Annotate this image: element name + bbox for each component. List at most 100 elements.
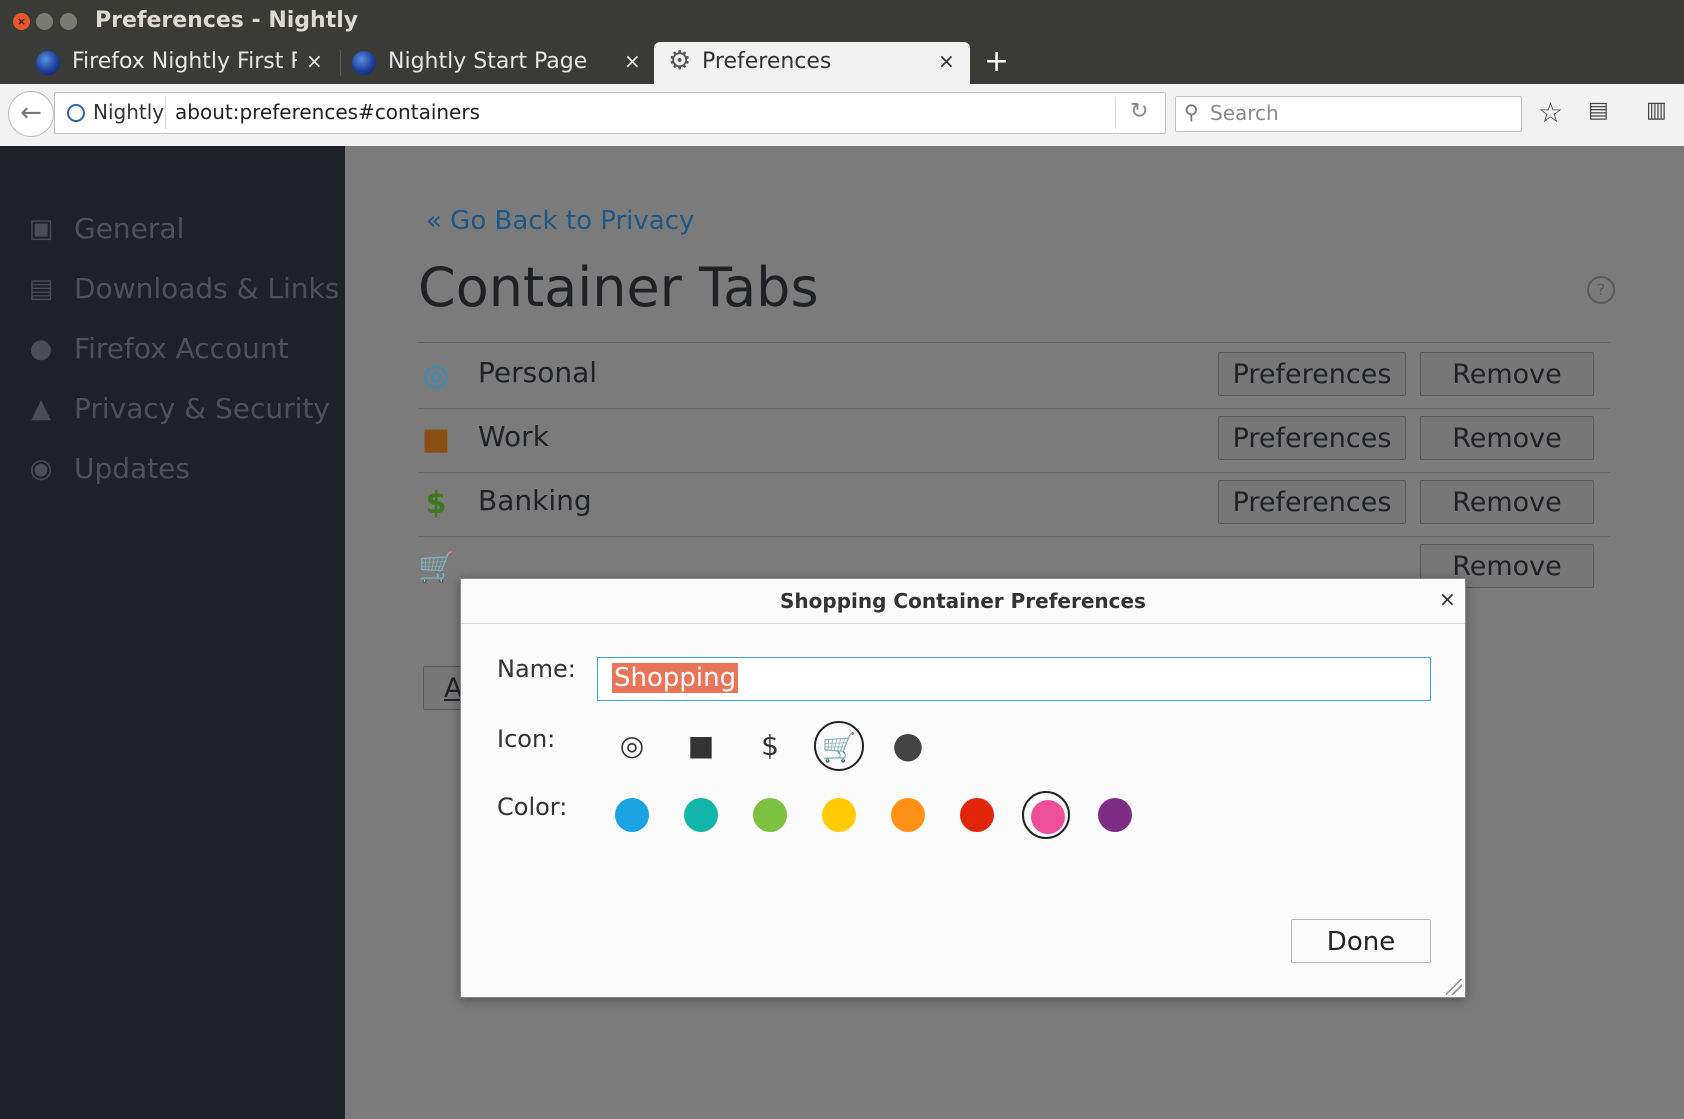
remove-button[interactable]: Remove bbox=[1420, 480, 1594, 524]
remove-button[interactable]: Remove bbox=[1420, 352, 1594, 396]
name-label: Name: bbox=[497, 655, 576, 683]
icon-option-briefcase[interactable]: ■ bbox=[676, 721, 726, 771]
color-dot bbox=[1031, 800, 1065, 834]
container-name: Banking bbox=[478, 484, 592, 517]
color-swatch-red[interactable] bbox=[953, 791, 1001, 839]
search-input[interactable]: ⚲ Search bbox=[1175, 96, 1522, 132]
container-name: Work bbox=[478, 420, 549, 453]
library-icon[interactable]: ▤ bbox=[1588, 98, 1609, 123]
bookmark-star-icon[interactable]: ☆ bbox=[1538, 96, 1563, 129]
close-icon[interactable]: × bbox=[1439, 587, 1456, 611]
identity-label[interactable]: Nightly bbox=[93, 100, 164, 124]
reload-separator bbox=[1115, 97, 1116, 129]
color-dot bbox=[960, 798, 994, 832]
tab-firefox-nightly-first-run[interactable]: Firefox Nightly First Ru × bbox=[36, 42, 336, 84]
tab-label: Nightly Start Page bbox=[388, 49, 588, 74]
new-tab-button[interactable]: + bbox=[984, 44, 1009, 79]
sidebar-item-label: Downloads & Links bbox=[74, 272, 340, 305]
window-maximize-button[interactable] bbox=[60, 13, 77, 30]
tab-separator bbox=[340, 50, 341, 76]
container-row-banking: $ Banking Preferences Remove bbox=[418, 472, 1610, 537]
color-dot bbox=[684, 798, 718, 832]
remove-button[interactable]: Remove bbox=[1420, 416, 1594, 460]
url-bar[interactable]: Nightly about:preferences#containers ↻ bbox=[54, 92, 1166, 134]
sidebar-item-label: Updates bbox=[74, 452, 190, 485]
sidebar-item-firefox-account[interactable]: ● Firefox Account bbox=[0, 326, 345, 376]
name-field[interactable]: Shopping bbox=[597, 657, 1431, 701]
preferences-button[interactable]: Preferences bbox=[1218, 480, 1406, 524]
tab-close-icon[interactable]: × bbox=[624, 49, 641, 73]
resize-grip[interactable] bbox=[1446, 979, 1462, 995]
icon-label: Icon: bbox=[497, 725, 556, 753]
preferences-sidebar: ▣ General ▤ Downloads & Links ● Firefox … bbox=[0, 146, 345, 1119]
url-text[interactable]: about:preferences#containers bbox=[175, 100, 480, 124]
icon-option-fingerprint[interactable]: ◎ bbox=[607, 721, 657, 771]
container-row-work: ■ Work Preferences Remove bbox=[418, 408, 1610, 473]
navigation-toolbar: ← Nightly about:preferences#containers ↻… bbox=[0, 84, 1684, 147]
color-dot bbox=[891, 798, 925, 832]
done-button[interactable]: Done bbox=[1291, 919, 1431, 963]
tab-close-icon[interactable]: × bbox=[938, 49, 955, 73]
window-close-button[interactable]: × bbox=[13, 13, 30, 30]
container-row-personal: ◎ Personal Preferences Remove bbox=[418, 344, 1610, 409]
sidebar-item-updates[interactable]: ◉ Updates bbox=[0, 446, 345, 496]
color-dot bbox=[822, 798, 856, 832]
dollar-icon: $ bbox=[425, 486, 447, 521]
color-swatch-orange[interactable] bbox=[884, 791, 932, 839]
color-swatch-purple[interactable] bbox=[1091, 791, 1139, 839]
tab-nightly-start-page[interactable]: Nightly Start Page × bbox=[352, 42, 642, 84]
color-dot bbox=[1098, 798, 1132, 832]
color-swatch-yellow[interactable] bbox=[815, 791, 863, 839]
identity-globe-icon[interactable] bbox=[67, 104, 85, 122]
sidebar-item-label: Firefox Account bbox=[74, 332, 289, 365]
briefcase-icon: ■ bbox=[421, 422, 451, 457]
dialog-title: Shopping Container Preferences bbox=[780, 589, 1146, 613]
sidebar-item-downloads-links[interactable]: ▤ Downloads & Links bbox=[0, 266, 345, 316]
tab-label: Firefox Nightly First Ru bbox=[72, 49, 297, 74]
tab-close-icon[interactable]: × bbox=[306, 49, 323, 73]
color-swatch-turquoise[interactable] bbox=[677, 791, 725, 839]
window-minimize-button[interactable] bbox=[36, 13, 53, 30]
reload-icon[interactable]: ↻ bbox=[1130, 99, 1148, 124]
tab-preferences[interactable]: ⚙ Preferences × bbox=[654, 42, 970, 84]
sidebar-item-privacy-security[interactable]: ▲ Privacy & Security bbox=[0, 386, 345, 436]
color-dot bbox=[615, 798, 649, 832]
color-swatch-green[interactable] bbox=[746, 791, 794, 839]
sidebar-item-label: Privacy & Security bbox=[74, 392, 330, 425]
go-back-to-privacy-link[interactable]: « Go Back to Privacy bbox=[426, 206, 694, 236]
gear-icon: ⚙ bbox=[668, 46, 692, 76]
general-icon: ▣ bbox=[28, 214, 54, 244]
container-name: Personal bbox=[478, 356, 598, 389]
user-icon: ● bbox=[29, 334, 53, 364]
color-swatch-blue[interactable] bbox=[608, 791, 656, 839]
sidebar-item-label: General bbox=[74, 212, 185, 245]
sidebar-item-general[interactable]: ▣ General bbox=[0, 206, 345, 256]
preferences-button[interactable]: Preferences bbox=[1218, 416, 1406, 460]
window-title: Preferences - Nightly bbox=[95, 8, 359, 33]
color-label: Color: bbox=[497, 793, 568, 821]
help-icon[interactable]: ? bbox=[1587, 276, 1615, 304]
preferences-button[interactable]: Preferences bbox=[1218, 352, 1406, 396]
icon-option-circle[interactable]: ● bbox=[883, 721, 933, 771]
search-placeholder: Search bbox=[1210, 101, 1279, 125]
title-divider bbox=[418, 342, 1610, 343]
document-icon: ▤ bbox=[28, 274, 54, 304]
color-swatch-pink[interactable] bbox=[1022, 791, 1070, 839]
name-field-value: Shopping bbox=[612, 663, 739, 693]
lock-icon: ▲ bbox=[31, 394, 51, 424]
cart-icon: 🛒 bbox=[418, 550, 456, 585]
nightly-globe-icon bbox=[36, 51, 60, 75]
fingerprint-icon: ◎ bbox=[422, 358, 450, 393]
firefox-icon: ◉ bbox=[29, 454, 53, 484]
page-title: Container Tabs bbox=[418, 256, 819, 319]
icon-option-dollar[interactable]: $ bbox=[745, 721, 795, 771]
tab-label: Preferences bbox=[702, 49, 832, 74]
search-icon[interactable]: ⚲ bbox=[1184, 100, 1199, 124]
color-dot bbox=[753, 798, 787, 832]
nightly-globe-icon bbox=[352, 51, 376, 75]
icon-option-cart[interactable]: 🛒 bbox=[814, 721, 864, 771]
sidebar-toggle-icon[interactable]: ▥ bbox=[1646, 98, 1667, 123]
dialog-header: Shopping Container Preferences × bbox=[461, 579, 1465, 624]
url-separator bbox=[165, 97, 166, 129]
back-button[interactable]: ← bbox=[8, 91, 54, 137]
